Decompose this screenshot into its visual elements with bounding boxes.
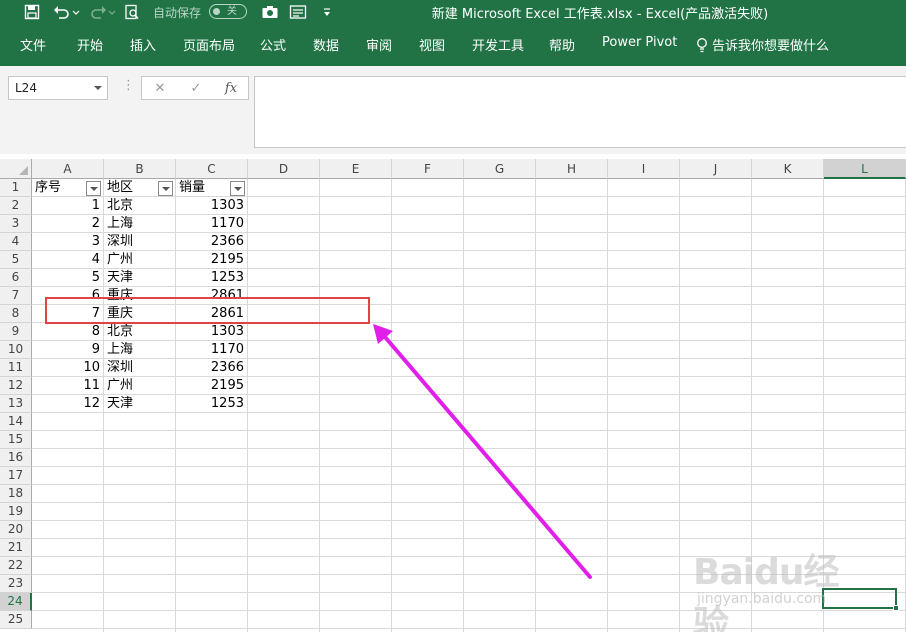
arrow-shaft [383,335,592,579]
watermark-logo: Baidu经验 [693,552,839,632]
excel-window: 自动保存 关 新建 Microsoft Excel 工作表.xlsx - Exc… [0,0,906,632]
watermark: Baidu经验 jingyan.baidu.com [693,543,863,632]
annotation-arrow [373,324,592,579]
watermark-url: jingyan.baidu.com [697,591,827,607]
